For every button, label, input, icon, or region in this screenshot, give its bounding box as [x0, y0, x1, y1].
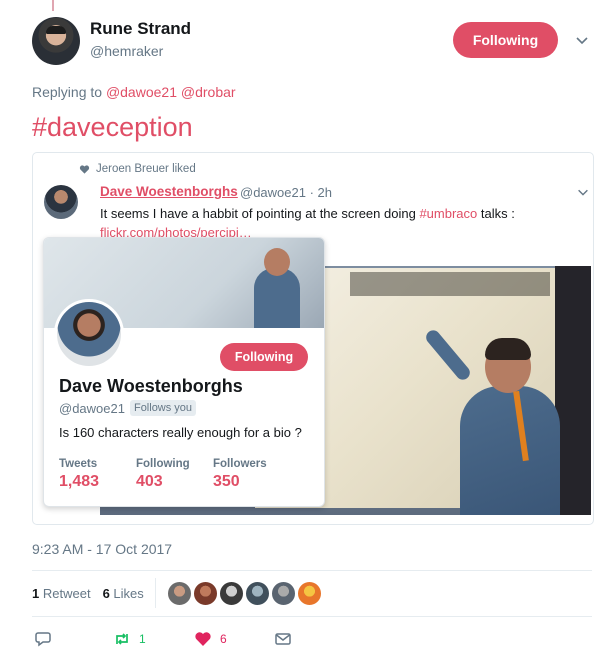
photo-screen-edge	[555, 266, 591, 515]
like-count: 6	[220, 632, 227, 646]
like-action[interactable]: 6	[194, 630, 227, 648]
photo-person-hair	[485, 338, 531, 360]
reply-icon[interactable]	[34, 630, 52, 648]
photo-slide-title	[350, 272, 550, 296]
liked-by-line: Jeroen Breuer liked	[79, 163, 196, 175]
hovercard-handle[interactable]: @dawoe21	[59, 401, 125, 416]
hashtag-link[interactable]: #umbraco	[419, 206, 477, 221]
chevron-down-icon[interactable]	[576, 185, 590, 199]
tweet-text-hashtag[interactable]: #daveception	[32, 112, 193, 143]
quoted-text-part: It seems I have a habbit of pointing at …	[100, 206, 420, 221]
stat-label: Followers	[213, 458, 267, 470]
quoted-text-part: talks :	[477, 206, 515, 221]
tweet-actions: 1 6	[34, 630, 314, 650]
replying-prefix: Replying to	[32, 84, 103, 100]
liker-avatar[interactable]	[245, 581, 270, 606]
liker-avatar[interactable]	[271, 581, 296, 606]
author-name[interactable]: Rune Strand	[90, 19, 191, 39]
stat-value: 403	[136, 473, 163, 490]
stat-following[interactable]: Following 403	[136, 458, 213, 491]
retweet-icon[interactable]	[113, 630, 131, 648]
stat-label: Tweets	[59, 458, 98, 470]
retweet-action[interactable]: 1	[113, 630, 146, 648]
stat-value: 350	[213, 473, 240, 490]
stat-tweets[interactable]: Tweets 1,483	[59, 458, 136, 491]
following-button[interactable]: Following	[453, 22, 558, 58]
envelope-icon[interactable]	[274, 630, 292, 648]
likes-label: Likes	[113, 586, 144, 601]
liker-avatar[interactable]	[193, 581, 218, 606]
hovercard-avatar[interactable]	[54, 299, 124, 369]
heart-icon	[79, 164, 90, 174]
photo-person	[460, 386, 560, 515]
author-avatar[interactable]	[32, 17, 80, 65]
liked-by-text: Jeroen Breuer liked	[96, 163, 196, 175]
hovercard-name[interactable]: Dave Woestenborghs	[59, 376, 243, 397]
replying-to: Replying to @dawoe21 @drobar	[32, 84, 236, 100]
retweets-count: 1	[32, 586, 40, 601]
tweet-timestamp[interactable]: 9:23 AM - 17 Oct 2017	[32, 541, 172, 557]
mention-link[interactable]: @drobar	[181, 84, 236, 100]
stats-separator	[155, 578, 156, 608]
banner-person-head	[264, 248, 290, 276]
mention-link[interactable]: @dawoe21	[106, 84, 177, 100]
retweets-stat[interactable]: 1 Retweet	[32, 586, 91, 601]
author-handle[interactable]: @hemraker	[90, 43, 163, 59]
follows-you-badge: Follows you	[129, 400, 197, 416]
divider	[32, 616, 592, 617]
liker-avatar[interactable]	[167, 581, 192, 606]
likes-stat[interactable]: 6 Likes	[103, 586, 144, 601]
hovercard-stats: Tweets 1,483 Following 403 Followers 350	[59, 458, 290, 491]
divider	[32, 570, 592, 571]
retweets-label: Retweet	[42, 586, 91, 601]
banner-person	[254, 268, 300, 328]
retweet-count: 1	[139, 632, 146, 646]
hovercard-handle-row: @dawoe21 Follows you	[59, 400, 197, 416]
thread-line	[52, 0, 54, 11]
liker-avatar[interactable]	[219, 581, 244, 606]
quoted-author-avatar[interactable]	[44, 185, 78, 219]
stat-label: Following	[136, 458, 190, 470]
profile-hovercard[interactable]: Following Dave Woestenborghs @dawoe21 Fo…	[43, 237, 325, 507]
reply-action[interactable]	[34, 630, 52, 648]
liker-avatar[interactable]	[297, 581, 322, 606]
stat-followers[interactable]: Followers 350	[213, 458, 290, 491]
chevron-down-icon[interactable]	[574, 32, 590, 48]
hovercard-following-button[interactable]: Following	[220, 343, 308, 371]
message-action[interactable]	[274, 630, 292, 648]
engagement-stats: 1 Retweet 6 Likes	[32, 586, 144, 601]
likes-count: 6	[102, 586, 110, 601]
hovercard-bio: Is 160 characters really enough for a bi…	[59, 425, 302, 440]
quoted-author-name[interactable]: Dave Woestenborghs	[100, 184, 238, 199]
likers-avatars	[167, 581, 322, 606]
stat-value: 1,483	[59, 473, 100, 490]
heart-icon[interactable]	[194, 630, 212, 648]
quoted-author-meta: @dawoe21 · 2h	[240, 185, 332, 200]
